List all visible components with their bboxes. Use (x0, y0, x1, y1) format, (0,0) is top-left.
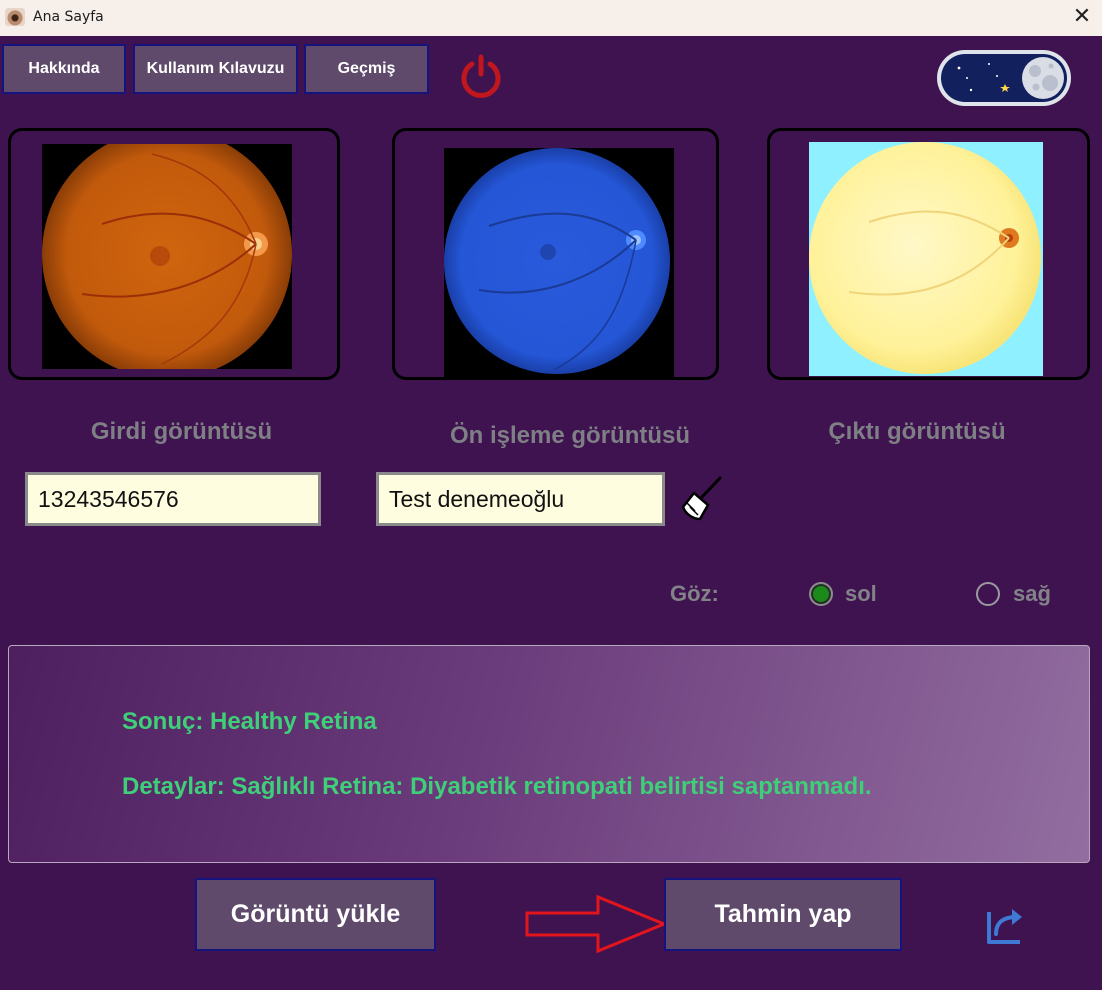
close-button[interactable]: ✕ (1072, 5, 1092, 29)
upload-image-button[interactable]: Görüntü yükle (195, 878, 436, 951)
preprocess-image-caption: Ön işleme görüntüsü (449, 422, 691, 449)
night-sky-track (941, 54, 1067, 102)
radio-right-eye-label[interactable]: sağ (1013, 581, 1051, 607)
red-arrow-annotation (525, 894, 668, 954)
output-fundus-image (809, 142, 1043, 376)
radio-right-eye[interactable] (976, 582, 1000, 606)
window-title: Ana Sayfa (33, 9, 104, 25)
user-guide-button[interactable]: Kullanım Kılavuzu (133, 44, 298, 94)
broom-icon[interactable] (680, 475, 724, 523)
eye-label: Göz: (670, 581, 719, 606)
share-icon[interactable] (984, 904, 1026, 946)
radio-left-eye[interactable] (809, 582, 833, 606)
input-fundus-image (42, 144, 292, 369)
theme-toggle[interactable] (937, 50, 1071, 106)
input-image-panel (8, 128, 340, 380)
preprocess-fundus-image (444, 148, 674, 378)
power-icon[interactable] (457, 52, 505, 100)
result-panel: Sonuç: Healthy Retina Detaylar: Sağlıklı… (8, 645, 1090, 863)
preprocess-image-panel (392, 128, 719, 380)
app-eye-icon (5, 8, 25, 26)
result-summary: Sonuç: Healthy Retina (122, 708, 377, 735)
output-image-panel (767, 128, 1090, 380)
title-bar: Ana Sayfa ✕ (0, 0, 1102, 36)
result-details: Detaylar: Sağlıklı Retina: Diyabetik ret… (122, 773, 872, 800)
predict-button[interactable]: Tahmin yap (664, 878, 902, 951)
output-image-caption: Çıktı görüntüsü (828, 418, 1006, 445)
about-button[interactable]: Hakkında (2, 44, 126, 94)
input-image-caption: Girdi görüntüsü (90, 418, 273, 445)
moon-icon (1022, 57, 1064, 99)
patient-name-field[interactable]: Test denemeoğlu (376, 472, 665, 526)
patient-id-field[interactable]: 13243546576 (25, 472, 321, 526)
history-button[interactable]: Geçmiş (304, 44, 429, 94)
radio-left-eye-label[interactable]: sol (845, 581, 877, 607)
